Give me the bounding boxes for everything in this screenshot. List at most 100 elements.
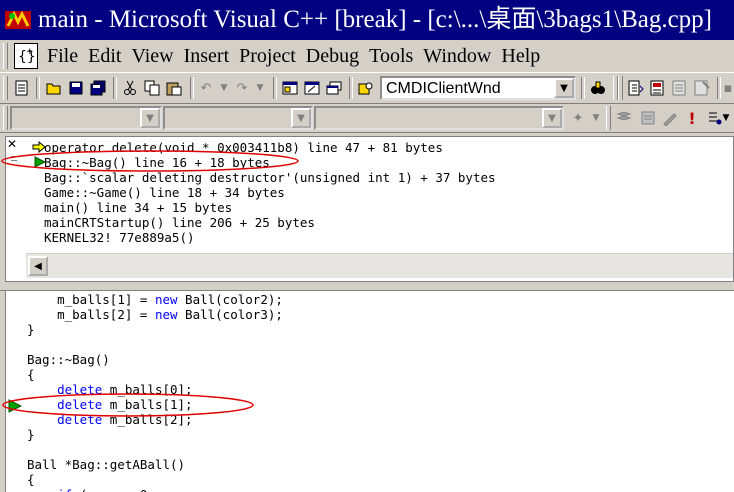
menu-debug[interactable]: Debug	[301, 44, 364, 68]
pane-grip[interactable]	[11, 157, 17, 161]
class-combo[interactable]: CMDIClientWnd ▼	[380, 76, 576, 100]
toolbar-separator	[581, 77, 585, 99]
code-line[interactable]: }	[27, 427, 283, 442]
wizard-bar: ▼ ▼ ▼ ✦ ▼ ! ▼	[0, 104, 734, 133]
menu-insert[interactable]: Insert	[179, 44, 235, 68]
call-stack-frame[interactable]: mainCRTStartup() line 206 + 25 bytes	[44, 215, 496, 230]
call-stack-window[interactable]: ✕ operator delete(void * 0x003411b8) lin…	[5, 136, 734, 282]
call-stack-frame[interactable]: main() line 34 + 15 bytes	[44, 200, 496, 215]
chevron-down-icon[interactable]: ▼	[542, 108, 562, 128]
call-stack-frames: operator delete(void * 0x003411b8) line …	[44, 140, 496, 245]
workspace-icon[interactable]	[280, 79, 300, 97]
save-icon[interactable]	[66, 79, 86, 97]
menu-file[interactable]: File	[42, 44, 83, 68]
close-icon[interactable]: ✕	[7, 138, 21, 150]
copy-icon[interactable]	[142, 79, 162, 97]
scroll-left-icon[interactable]: ◀	[28, 256, 48, 276]
stop-build-icon[interactable]: ▪	[722, 79, 734, 97]
toolbar-separator	[273, 77, 277, 99]
code-line[interactable]: delete m_balls[0];	[27, 382, 283, 397]
code-line[interactable]: Ball *Bag::getABall()	[27, 457, 283, 472]
window-list-icon[interactable]	[324, 79, 344, 97]
cut-icon[interactable]	[120, 79, 140, 97]
call-stack-frame[interactable]: Bag::~Bag() line 16 + 18 bytes	[44, 155, 496, 170]
class-combo-value: CMDIClientWnd	[386, 80, 501, 97]
wizardbar-filter-combo[interactable]: ▼	[163, 106, 313, 130]
code-line[interactable]: if (num == 0	[27, 487, 283, 492]
toolbar-grip[interactable]	[3, 106, 8, 130]
undo-dropdown-icon[interactable]: ▼	[214, 79, 234, 97]
code-line[interactable]: m_balls[2] = new Ball(color3);	[27, 307, 283, 322]
menu-window[interactable]: Window	[418, 44, 496, 68]
code-line[interactable]: delete m_balls[2];	[27, 412, 283, 427]
chevron-down-icon[interactable]: ▼	[291, 108, 311, 128]
toolbar-grip[interactable]	[618, 76, 623, 100]
find-in-files-icon[interactable]	[356, 79, 376, 97]
redo-icon[interactable]: ↷	[232, 79, 252, 97]
call-stack-frame[interactable]: KERNEL32! 77e889a5()	[44, 230, 496, 245]
code-line[interactable]: }	[27, 322, 283, 337]
visual-cpp-app-icon[interactable]	[4, 8, 32, 32]
toolbar-grip[interactable]	[3, 76, 8, 100]
paste-icon[interactable]	[164, 79, 184, 97]
menu-project[interactable]: Project	[234, 44, 301, 68]
code-line[interactable]	[27, 442, 283, 457]
find-icon[interactable]	[588, 79, 608, 97]
new-text-file-icon[interactable]	[12, 79, 32, 97]
undo-icon[interactable]: ↶	[196, 79, 216, 97]
source-editor[interactable]: m_balls[1] = new Ball(color2); m_balls[2…	[5, 291, 734, 492]
resource-icon[interactable]	[648, 79, 668, 97]
stop-icon[interactable]	[660, 109, 680, 127]
save-all-icon[interactable]	[88, 79, 108, 97]
code-line[interactable]: {	[27, 472, 283, 487]
wizardbar-members-combo[interactable]: ▼	[314, 106, 564, 130]
standard-toolbar: ↶ ▼ ↷ ▼ CMDIClientWnd ▼ ▪	[0, 73, 734, 104]
toolbar-separator	[717, 77, 721, 99]
toolbar-separator	[349, 77, 353, 99]
output-icon[interactable]	[302, 79, 322, 97]
menubar-grip[interactable]	[3, 43, 8, 69]
call-stack-frame[interactable]: operator delete(void * 0x003411b8) line …	[44, 140, 496, 155]
build-icon[interactable]	[692, 79, 712, 97]
toolbar-grip[interactable]	[606, 106, 611, 130]
chevron-down-icon[interactable]: ▼	[554, 78, 574, 98]
call-stack-frame[interactable]: Game::~Game() line 18 + 34 bytes	[44, 185, 496, 200]
call-stack-frame[interactable]: Bag::`scalar deleting destructor'(unsign…	[44, 170, 496, 185]
svg-text:+: +	[26, 47, 34, 57]
code-line[interactable]	[27, 337, 283, 352]
title-bar[interactable]: main - Microsoft Visual C++ [break] - [c…	[0, 0, 734, 40]
execute-icon[interactable]	[614, 109, 634, 127]
document-system-menu-icon[interactable]: {} +	[14, 43, 38, 69]
open-icon[interactable]	[44, 79, 64, 97]
wizard-wand-icon[interactable]: ✦	[568, 109, 588, 127]
toolbar-separator	[113, 77, 117, 99]
menu-edit[interactable]: Edit	[83, 44, 126, 68]
pane-splitter[interactable]	[0, 283, 734, 291]
wizard-dropdown-icon[interactable]: ▼	[586, 109, 606, 127]
exclamation-icon[interactable]: !	[682, 109, 702, 128]
compile-icon[interactable]	[670, 79, 690, 97]
redo-dropdown-icon[interactable]: ▼	[250, 79, 270, 97]
menu-tools[interactable]: Tools	[364, 44, 418, 68]
toolbar-separator	[190, 77, 194, 99]
breakpoint-dropdown-icon[interactable]: ▼	[720, 109, 732, 127]
go-icon[interactable]	[638, 109, 658, 127]
keyword: new	[154, 307, 178, 322]
menu-help[interactable]: Help	[496, 44, 545, 68]
code-line[interactable]: {	[27, 367, 283, 382]
chevron-down-icon[interactable]: ▼	[140, 108, 160, 128]
code-line[interactable]: m_balls[1] = new Ball(color2);	[27, 292, 283, 307]
code-line[interactable]: Bag::~Bag()	[27, 352, 283, 367]
horizontal-scrollbar[interactable]: ◀	[26, 253, 733, 278]
editor-gutter[interactable]	[6, 291, 24, 492]
code-line[interactable]: delete m_balls[1];	[27, 397, 283, 412]
keyword: delete	[57, 382, 103, 397]
keyword: delete	[57, 412, 103, 427]
keyword: delete	[57, 397, 103, 412]
menu-view[interactable]: View	[126, 44, 178, 68]
menu-items: File Edit View Insert Project Debug Tool…	[42, 44, 545, 68]
wizardbar-class-combo[interactable]: ▼	[10, 106, 162, 130]
window-title: main - Microsoft Visual C++ [break] - [c…	[38, 6, 713, 33]
class-wizard-icon[interactable]	[626, 79, 646, 97]
current-line-marker-icon	[8, 399, 22, 413]
